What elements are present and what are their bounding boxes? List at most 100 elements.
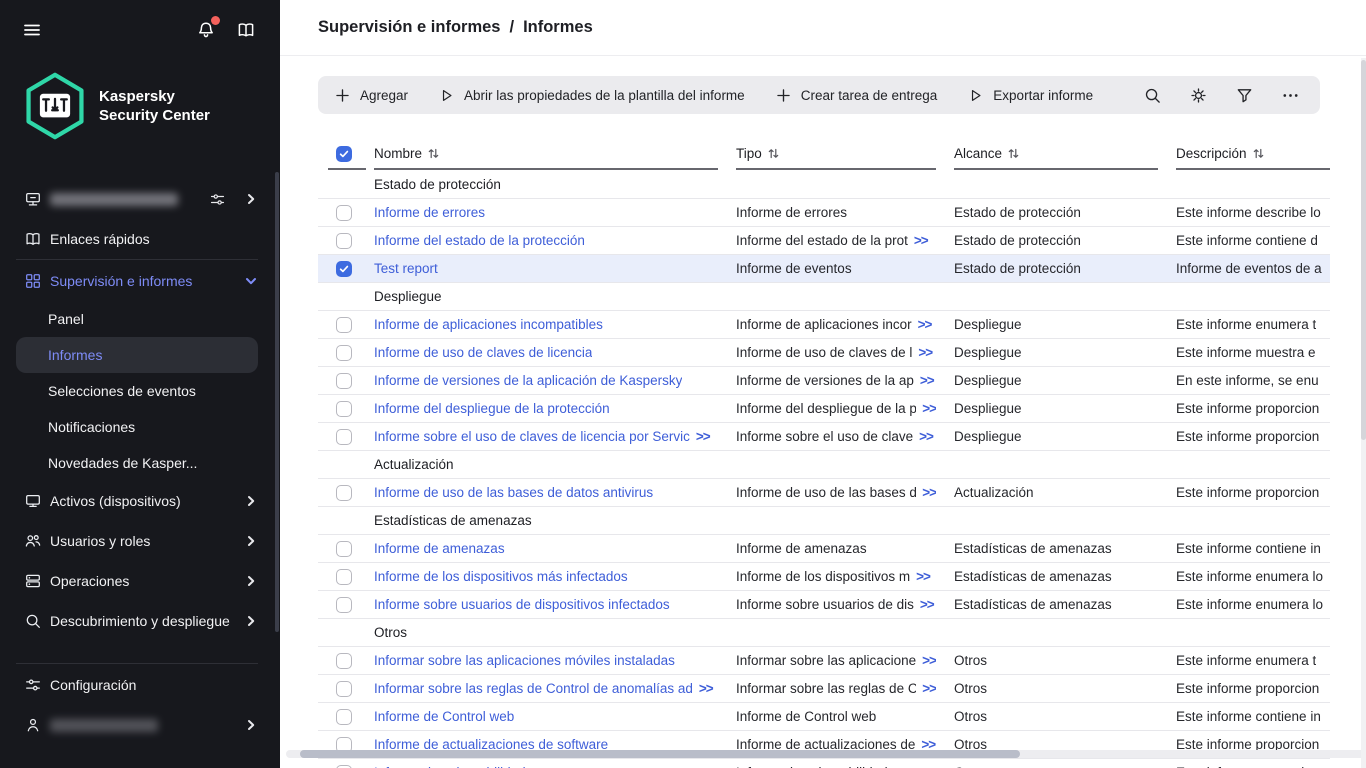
report-link[interactable]: Test report (374, 261, 438, 276)
ellipsis-icon[interactable] (1281, 86, 1300, 105)
gear-icon[interactable] (1189, 86, 1208, 105)
report-link[interactable]: Informe sobre el uso de claves de licenc… (374, 429, 690, 444)
truncation-expander[interactable]: >> (920, 597, 934, 612)
report-row[interactable]: Test reportInforme de eventosEstado de p… (318, 254, 1330, 282)
column-header-tipo[interactable]: Tipo (736, 138, 936, 170)
row-checkbox[interactable] (336, 709, 352, 725)
row-checkbox[interactable] (336, 261, 352, 277)
truncation-expander[interactable]: >> (696, 429, 710, 444)
report-link[interactable]: Informe de aplicaciones incompatibles (374, 317, 603, 332)
report-row[interactable]: Informe sobre el uso de claves de licenc… (318, 422, 1330, 450)
row-checkbox[interactable] (336, 345, 352, 361)
report-row[interactable]: Informe de aplicaciones incompatiblesInf… (318, 310, 1330, 338)
sidebar-item-notifications[interactable]: Notificaciones (16, 409, 258, 445)
report-row[interactable]: Informe del estado de la protecciónInfor… (318, 226, 1330, 254)
sidebar-item-panel[interactable]: Panel (16, 301, 258, 337)
report-link[interactable]: Informe de errores (374, 205, 485, 220)
breadcrumb-parent[interactable]: Supervisión e informes (318, 18, 500, 37)
row-checkbox[interactable] (336, 541, 352, 557)
report-row[interactable]: Informe de los dispositivos más infectad… (318, 562, 1330, 590)
sidebar-item-quick-links[interactable]: Enlaces rápidos (0, 219, 280, 259)
sidebar-item-assets-devices[interactable]: Activos (dispositivos) (0, 481, 280, 521)
sidebar-item-informes[interactable]: Informes (16, 337, 258, 373)
truncation-expander[interactable]: >> (916, 569, 930, 584)
report-row[interactable]: Informe de Control webInforme de Control… (318, 702, 1330, 730)
description-cell: Este informe proporcion (1176, 759, 1330, 768)
sidebar-item-configuration[interactable]: Configuración (0, 665, 280, 705)
notifications-bell-icon[interactable] (196, 20, 216, 40)
sidebar-item-discovery-deployment[interactable]: Descubrimiento y despliegue (0, 601, 280, 641)
report-link[interactable]: Informar sobre las aplicaciones móviles … (374, 653, 675, 668)
report-row[interactable]: Informe de vulnerabilidadesInforme de vu… (318, 758, 1330, 768)
report-link[interactable]: Informe de los dispositivos más infectad… (374, 569, 628, 584)
report-link[interactable]: Informe de versiones de la aplicación de… (374, 373, 682, 388)
sidebar-item-event-selections[interactable]: Selecciones de eventos (16, 373, 258, 409)
row-checkbox[interactable] (336, 233, 352, 249)
report-link[interactable]: Informe de amenazas (374, 541, 505, 556)
hamburger-menu-button[interactable] (22, 20, 42, 40)
truncation-expander[interactable]: >> (920, 373, 934, 388)
documentation-book-icon[interactable] (236, 20, 256, 40)
sidebar-item-kaspersky-news[interactable]: Novedades de Kasper... (16, 445, 258, 481)
truncation-expander[interactable]: >> (922, 485, 936, 500)
row-checkbox[interactable] (336, 317, 352, 333)
column-header-name[interactable]: Nombre (374, 138, 718, 170)
row-checkbox[interactable] (336, 205, 352, 221)
sidebar-item-operations[interactable]: Operaciones (0, 561, 280, 601)
report-link[interactable]: Informe sobre usuarios de dispositivos i… (374, 597, 670, 612)
truncation-expander[interactable]: >> (918, 317, 932, 332)
report-link[interactable]: Informe del despliegue de la protección (374, 401, 610, 416)
sidebar-item-monitoring-reports[interactable]: Supervisión e informes (0, 261, 280, 301)
create-delivery-task-button[interactable]: Crear tarea de entrega (775, 87, 938, 104)
horizontal-scrollbar-thumb[interactable] (300, 750, 1020, 758)
sidebar-item-server[interactable] (0, 179, 280, 219)
open-template-properties-button[interactable]: Abrir las propiedades de la plantilla de… (438, 87, 745, 104)
truncation-expander[interactable]: >> (922, 653, 936, 668)
report-link[interactable]: Informe de uso de las bases de datos ant… (374, 485, 653, 500)
report-row[interactable]: Informe sobre usuarios de dispositivos i… (318, 590, 1330, 618)
truncation-expander[interactable]: >> (918, 345, 932, 360)
row-checkbox[interactable] (336, 401, 352, 417)
report-row[interactable]: Informe de erroresInforme de erroresEsta… (318, 198, 1330, 226)
report-link[interactable]: Informar sobre las reglas de Control de … (374, 681, 693, 696)
row-checkbox[interactable] (336, 597, 352, 613)
report-row[interactable]: Informar sobre las reglas de Control de … (318, 674, 1330, 702)
row-checkbox[interactable] (336, 569, 352, 585)
search-icon[interactable] (1143, 86, 1162, 105)
row-checkbox[interactable] (336, 653, 352, 669)
row-checkbox[interactable] (336, 681, 352, 697)
row-checkbox[interactable] (336, 485, 352, 501)
add-button[interactable]: Agregar (334, 87, 408, 104)
filter-icon[interactable] (1235, 86, 1254, 105)
export-report-button[interactable]: Exportar informe (967, 87, 1093, 104)
select-all-checkbox[interactable] (336, 146, 352, 162)
report-link[interactable]: Informe del estado de la protección (374, 233, 585, 248)
sidebar-item-users-roles[interactable]: Usuarios y roles (0, 521, 280, 561)
report-row[interactable]: Informe de uso de claves de licenciaInfo… (318, 338, 1330, 366)
row-checkbox[interactable] (336, 429, 352, 445)
column-header-alcance[interactable]: Alcance (954, 138, 1158, 170)
report-row[interactable]: Informe del despliegue de la protecciónI… (318, 394, 1330, 422)
scope-cell: Otros (954, 647, 1158, 674)
report-link[interactable]: Informe de uso de claves de licencia (374, 345, 592, 360)
group-row: Estado de protección (318, 170, 1330, 198)
report-link[interactable]: Informe de Control web (374, 709, 514, 724)
row-checkbox[interactable] (336, 765, 352, 768)
truncation-expander[interactable]: >> (922, 401, 936, 416)
play-icon (438, 87, 455, 104)
sidebar-item-account[interactable] (0, 705, 280, 745)
vertical-scrollbar-thumb[interactable] (1361, 60, 1366, 440)
sidebar-scrollbar-thumb[interactable] (275, 172, 279, 632)
truncation-expander[interactable]: >> (699, 681, 713, 696)
truncation-expander[interactable]: >> (914, 233, 928, 248)
sliders-mini-icon[interactable] (209, 191, 226, 208)
report-row[interactable]: Informe de versiones de la aplicación de… (318, 366, 1330, 394)
report-row[interactable]: Informe de uso de las bases de datos ant… (318, 478, 1330, 506)
column-header-descripcion[interactable]: Descripción (1176, 138, 1330, 170)
report-description: Este informe proporcion (1176, 429, 1319, 444)
report-row[interactable]: Informe de amenazasInforme de amenazasEs… (318, 534, 1330, 562)
truncation-expander[interactable]: >> (919, 429, 933, 444)
report-row[interactable]: Informar sobre las aplicaciones móviles … (318, 646, 1330, 674)
row-checkbox[interactable] (336, 373, 352, 389)
truncation-expander[interactable]: >> (922, 681, 936, 696)
